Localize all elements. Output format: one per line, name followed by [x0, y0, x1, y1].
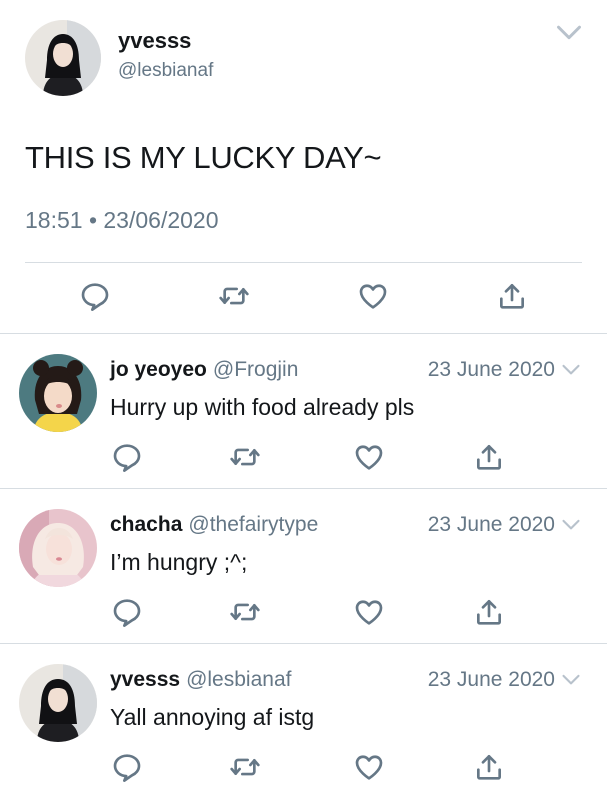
reply-icon[interactable] — [111, 596, 143, 628]
reply-icon[interactable] — [111, 441, 143, 473]
reply-tweet[interactable]: yvesss @lesbianaf 23 June 2020 Yall annoy… — [0, 644, 607, 798]
user-handle[interactable]: @Frogjin — [213, 358, 299, 381]
display-name[interactable]: chacha — [110, 513, 182, 536]
reply-header: yvesss @lesbianaf — [110, 668, 291, 692]
avatar-image — [19, 509, 97, 587]
reply-tweet[interactable]: jo yeoyeo @Frogjin 23 June 2020 Hurry up … — [0, 334, 607, 488]
retweet-icon[interactable] — [229, 751, 261, 783]
retweet-icon[interactable] — [218, 280, 250, 312]
tweet-actions — [0, 280, 607, 316]
avatar[interactable] — [19, 509, 97, 587]
display-name[interactable]: yvesss — [118, 28, 191, 54]
reply-text: Yall annoying af istg — [110, 704, 315, 730]
reply-actions — [0, 596, 607, 628]
display-name[interactable]: yvesss — [110, 668, 180, 691]
share-icon[interactable] — [496, 280, 528, 312]
chevron-down-icon[interactable] — [555, 22, 583, 44]
reply-header: jo yeoyeo @Frogjin — [110, 358, 298, 382]
share-icon[interactable] — [473, 441, 505, 473]
share-icon[interactable] — [473, 751, 505, 783]
reply-actions — [0, 441, 607, 473]
user-handle[interactable]: @lesbianaf — [118, 60, 213, 82]
like-icon[interactable] — [353, 751, 385, 783]
chevron-down-icon[interactable] — [561, 363, 581, 377]
retweet-icon[interactable] — [229, 596, 261, 628]
avatar-image — [25, 20, 101, 96]
chevron-down-icon[interactable] — [561, 518, 581, 532]
like-icon[interactable] — [357, 280, 389, 312]
retweet-icon[interactable] — [229, 441, 261, 473]
avatar[interactable] — [19, 354, 97, 432]
chevron-down-icon[interactable] — [561, 673, 581, 687]
like-icon[interactable] — [353, 596, 385, 628]
reply-text: I’m hungry ;^; — [110, 549, 248, 575]
avatar[interactable] — [25, 20, 101, 96]
reply-header: chacha @thefairytype — [110, 513, 318, 537]
reply-date: 23 June 2020 — [427, 513, 555, 536]
main-tweet: yvesss @lesbianaf THIS IS MY LUCKY DAY~ … — [0, 0, 607, 333]
divider — [25, 262, 582, 263]
share-icon[interactable] — [473, 596, 505, 628]
reply-actions — [0, 751, 607, 783]
avatar-image — [19, 354, 97, 432]
reply-tweet[interactable]: chacha @thefairytype 23 June 2020 I’m hun… — [0, 489, 607, 643]
user-handle[interactable]: @thefairytype — [188, 513, 318, 536]
reply-date: 23 June 2020 — [427, 668, 555, 691]
reply-icon[interactable] — [111, 751, 143, 783]
like-icon[interactable] — [353, 441, 385, 473]
avatar[interactable] — [19, 664, 97, 742]
display-name[interactable]: jo yeoyeo — [110, 358, 207, 381]
reply-icon[interactable] — [79, 280, 111, 312]
tweet-text: THIS IS MY LUCKY DAY~ — [25, 140, 382, 175]
reply-date: 23 June 2020 — [427, 358, 555, 381]
user-handle[interactable]: @lesbianaf — [186, 668, 291, 691]
avatar-image — [19, 664, 97, 742]
tweet-timestamp: 18:51 • 23/06/2020 — [25, 207, 219, 233]
reply-text: Hurry up with food already pls — [110, 394, 415, 420]
